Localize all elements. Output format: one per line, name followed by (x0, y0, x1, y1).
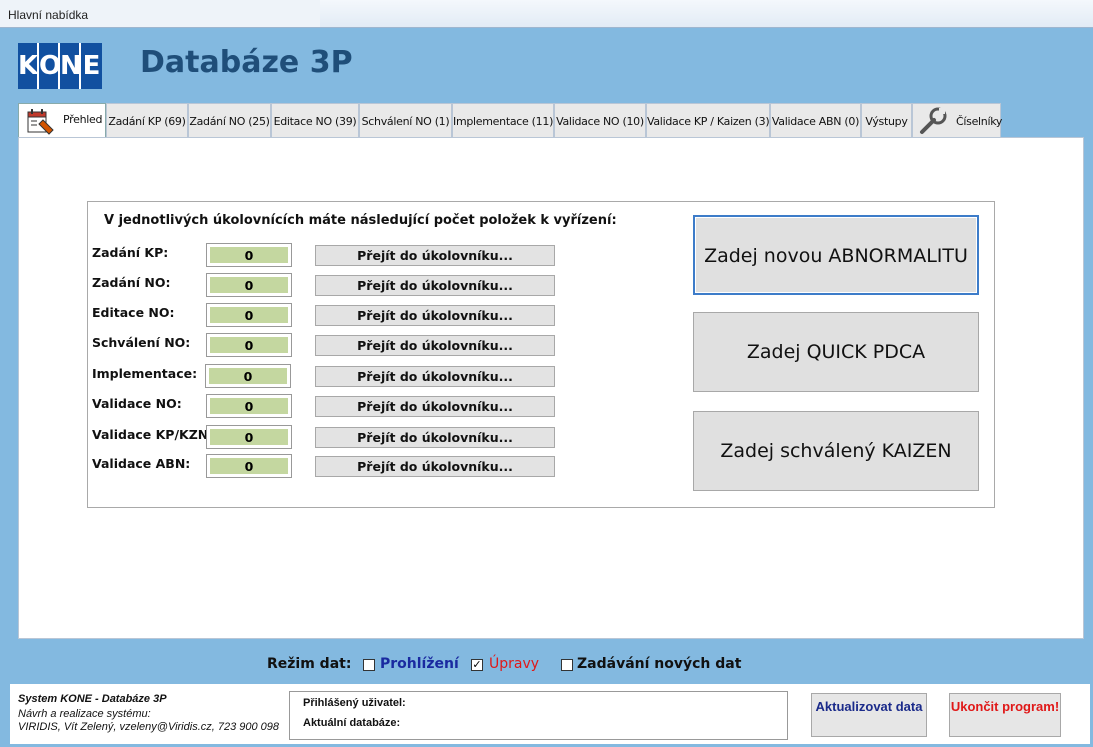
count-validace-kp-kzn: 0 (206, 425, 292, 449)
tab-ciselniky[interactable]: Číselníky (912, 103, 1003, 137)
count-value: 0 (210, 429, 288, 445)
goto-button-validace-kp-kzn[interactable]: Přejít do úkolovníku... (315, 427, 555, 448)
window-title: Hlavní nabídka (8, 8, 89, 22)
current-db-label: Aktuální databáze: (303, 717, 401, 729)
logo-letter: K (18, 43, 38, 89)
goto-button-zadani-no[interactable]: Přejít do úkolovníku... (315, 275, 555, 296)
wrench-icon (920, 107, 947, 134)
kone-logo: K O N E (18, 43, 102, 89)
footer-author: VIRIDIS, Vít Zelený, vzeleny@Viridis.cz,… (18, 721, 280, 733)
tab-implementace[interactable]: Implementace (11) (452, 103, 554, 137)
exit-program-button[interactable]: Ukončit program! (949, 693, 1061, 737)
row-label-validace-kp-kzn: Validace KP/KZN: (92, 427, 214, 442)
goto-button-implementace[interactable]: Přejít do úkolovníku... (315, 366, 555, 387)
footer-system: System KONE - Databáze 3P (18, 693, 167, 705)
count-value: 0 (210, 398, 288, 414)
row-label-schvaleni-no: Schválení NO: (92, 335, 191, 350)
footer-design: Návrh a realizace systému: (18, 708, 151, 720)
tab-validace-kp-kaizen[interactable]: Validace KP / Kaizen (3) (646, 103, 770, 137)
app-title: Databáze 3P (140, 45, 353, 80)
count-zadani-kp: 0 (206, 243, 292, 267)
refresh-data-button[interactable]: Aktualizovat data (811, 693, 927, 737)
tasks-heading: V jednotlivých úkolovnících máte následu… (104, 213, 617, 228)
row-label-editace-no: Editace NO: (92, 305, 175, 320)
tab-schvaleni-no[interactable]: Schválení NO (1) (359, 103, 452, 137)
goto-button-zadani-kp[interactable]: Přejít do úkolovníku... (315, 245, 555, 266)
count-value: 0 (210, 247, 288, 263)
row-label-validace-abn: Validace ABN: (92, 456, 191, 471)
logo-letter: E (81, 43, 102, 89)
logo-letter: O (39, 43, 61, 89)
approved-kaizen-button[interactable]: Zadej schválený KAIZEN (693, 411, 979, 491)
count-validace-abn: 0 (206, 454, 292, 478)
goto-button-schvaleni-no[interactable]: Přejít do úkolovníku... (315, 335, 555, 356)
tab-zadani-no[interactable]: Zadání NO (25) (188, 103, 271, 137)
tab-label: Přehled (63, 113, 103, 126)
new-data-mode-checkbox[interactable] (561, 659, 573, 671)
data-mode-label: Režim dat: (267, 656, 352, 672)
tab-editace-no[interactable]: Editace NO (39) (271, 103, 359, 137)
row-label-zadani-no: Zadání NO: (92, 275, 171, 290)
calendar-report-icon (27, 109, 54, 135)
edit-mode-checkbox[interactable]: ✓ (471, 659, 483, 671)
count-value: 0 (210, 458, 288, 474)
logged-user-label: Přihlášený uživatel: (303, 697, 406, 709)
tab-zadani-kp[interactable]: Zadání KP (69) (106, 103, 188, 137)
row-label-implementace: Implementace: (92, 366, 198, 381)
window-titlebar: Hlavní nabídka (0, 0, 1093, 28)
row-label-validace-no: Validace NO: (92, 396, 182, 411)
browse-mode-checkbox[interactable] (363, 659, 375, 671)
row-label-zadani-kp: Zadání KP: (92, 245, 169, 260)
count-value: 0 (210, 307, 288, 323)
tab-vystupy[interactable]: Výstupy (861, 103, 912, 137)
count-value: 0 (209, 368, 287, 384)
goto-button-editace-no[interactable]: Přejít do úkolovníku... (315, 305, 555, 326)
count-zadani-no: 0 (206, 273, 292, 297)
tab-label: Číselníky (956, 115, 1003, 128)
logo-letter: N (60, 43, 82, 89)
count-schvaleni-no: 0 (206, 333, 292, 357)
tab-validace-abn[interactable]: Validace ABN (0) (770, 103, 861, 137)
count-value: 0 (210, 277, 288, 293)
tab-validace-no[interactable]: Validace NO (10) (554, 103, 646, 137)
edit-mode-label[interactable]: Úpravy (489, 656, 539, 672)
goto-button-validace-abn[interactable]: Přejít do úkolovníku... (315, 456, 555, 477)
quick-pdca-button[interactable]: Zadej QUICK PDCA (693, 312, 979, 392)
browse-mode-label[interactable]: Prohlížení (380, 656, 459, 672)
goto-button-validace-no[interactable]: Přejít do úkolovníku... (315, 396, 555, 417)
count-editace-no: 0 (206, 303, 292, 327)
tab-prehled[interactable]: Přehled (18, 103, 106, 139)
count-value: 0 (210, 337, 288, 353)
count-validace-no: 0 (206, 394, 292, 418)
new-abnormality-button[interactable]: Zadej novou ABNORMALITU (693, 215, 979, 295)
count-implementace: 0 (205, 364, 291, 388)
new-data-mode-label[interactable]: Zadávání nových dat (577, 656, 741, 672)
